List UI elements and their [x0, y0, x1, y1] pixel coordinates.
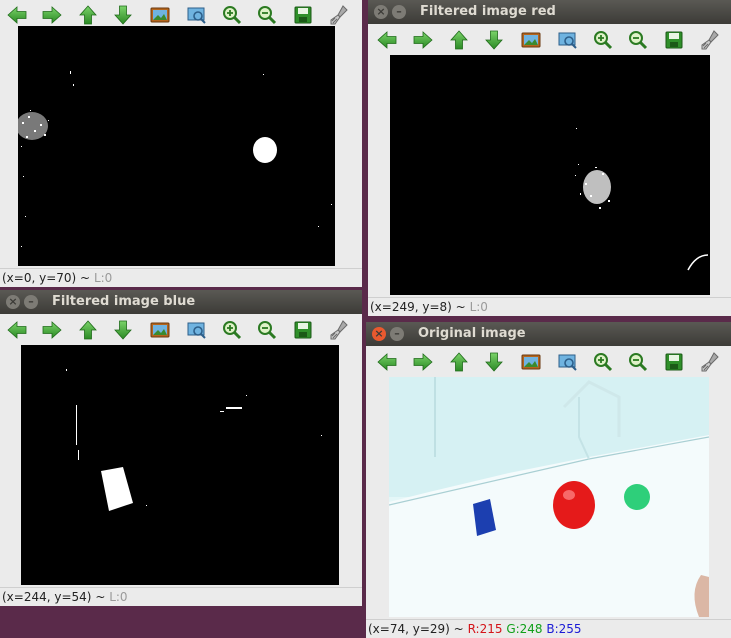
pan-left-icon[interactable] — [4, 318, 30, 342]
pan-right-icon[interactable] — [410, 28, 436, 52]
zoom-region-icon[interactable] — [554, 350, 580, 374]
close-icon[interactable]: × — [372, 327, 386, 341]
status-bar: (x=74, y=29) ~ R:215 G:248 B:255 — [366, 619, 731, 638]
pan-down-icon[interactable] — [110, 318, 136, 342]
pan-left-icon[interactable] — [374, 350, 400, 374]
zoom-out-icon[interactable] — [625, 28, 651, 52]
zoom-region-icon[interactable] — [183, 318, 209, 342]
close-icon[interactable]: × — [374, 5, 388, 19]
status-separator: ~ — [455, 300, 466, 314]
minimize-icon[interactable]: – — [390, 327, 404, 341]
window-filtered-red: × – Filtered image red (x=249, y=8) ~ L:… — [368, 0, 731, 316]
status-bar: (x=0, y=70) ~ L:0 — [0, 268, 362, 287]
properties-icon[interactable] — [698, 350, 724, 374]
pan-up-icon[interactable] — [75, 318, 101, 342]
mask-image — [66, 369, 322, 511]
titlebar[interactable]: × – Filtered image blue — [0, 290, 362, 314]
pan-down-icon[interactable] — [110, 3, 136, 27]
zoom-out-icon[interactable] — [625, 350, 651, 374]
status-separator: ~ — [80, 271, 91, 285]
pan-up-icon[interactable] — [75, 3, 101, 27]
save-icon[interactable] — [290, 3, 316, 27]
pan-up-icon[interactable] — [446, 28, 472, 52]
window-title: Original image — [418, 326, 526, 341]
image-canvas[interactable] — [389, 377, 709, 617]
save-icon[interactable] — [661, 350, 687, 374]
pan-down-icon[interactable] — [481, 28, 507, 52]
zoom-out-icon[interactable] — [254, 318, 280, 342]
window-original: × – Original image (x=74, y=29) ~ R:215 … — [366, 322, 731, 638]
minimize-icon[interactable]: – — [392, 5, 406, 19]
save-icon[interactable] — [290, 318, 316, 342]
pan-right-icon[interactable] — [410, 350, 436, 374]
camera-image — [389, 377, 709, 617]
pan-left-icon[interactable] — [4, 3, 30, 27]
zoom-region-icon[interactable] — [554, 28, 580, 52]
green-value: G:248 — [506, 622, 543, 636]
titlebar[interactable]: × – Filtered image red — [368, 0, 731, 24]
toolbar — [368, 25, 731, 55]
window-top-left: (x=0, y=70) ~ L:0 — [0, 0, 362, 287]
status-bar: (x=249, y=8) ~ L:0 — [368, 297, 731, 316]
red-value: R:215 — [467, 622, 503, 636]
titlebar[interactable]: × – Original image — [366, 322, 731, 346]
zoom-region-icon[interactable] — [183, 3, 209, 27]
zoom-image-icon[interactable] — [147, 318, 173, 342]
mask-image — [575, 128, 709, 271]
properties-icon[interactable] — [327, 318, 353, 342]
blue-value: B:255 — [546, 622, 582, 636]
save-icon[interactable] — [661, 28, 687, 52]
status-bar: (x=244, y=54) ~ L:0 — [0, 587, 362, 606]
zoom-in-icon[interactable] — [219, 318, 245, 342]
close-icon[interactable]: × — [6, 295, 20, 309]
window-title: Filtered image blue — [52, 294, 196, 309]
status-separator: ~ — [453, 622, 464, 636]
zoom-in-icon[interactable] — [590, 28, 616, 52]
pan-right-icon[interactable] — [39, 3, 65, 27]
level-value: L:0 — [109, 590, 128, 604]
zoom-image-icon[interactable] — [147, 3, 173, 27]
image-canvas[interactable] — [18, 26, 335, 266]
zoom-image-icon[interactable] — [518, 350, 544, 374]
zoom-in-icon[interactable] — [590, 350, 616, 374]
window-title: Filtered image red — [420, 4, 556, 19]
mask-image — [18, 71, 332, 247]
properties-icon[interactable] — [698, 28, 724, 52]
level-value: L:0 — [469, 300, 488, 314]
pan-up-icon[interactable] — [446, 350, 472, 374]
cursor-coords: (x=249, y=8) — [370, 300, 452, 314]
zoom-in-icon[interactable] — [219, 3, 245, 27]
level-value: L:0 — [93, 271, 113, 285]
toolbar — [0, 315, 362, 345]
cursor-coords: (x=244, y=54) — [2, 590, 92, 604]
image-canvas[interactable] — [21, 345, 339, 585]
zoom-image-icon[interactable] — [518, 28, 544, 52]
status-separator: ~ — [95, 590, 106, 604]
cursor-coords: (x=74, y=29) — [368, 622, 450, 636]
toolbar — [366, 347, 731, 377]
pan-left-icon[interactable] — [374, 28, 400, 52]
zoom-out-icon[interactable] — [254, 3, 280, 27]
pan-right-icon[interactable] — [39, 318, 65, 342]
minimize-icon[interactable]: – — [24, 295, 38, 309]
window-filtered-blue: × – Filtered image blue (x=244, y=54) ~ … — [0, 290, 362, 606]
image-canvas[interactable] — [390, 55, 710, 295]
pan-down-icon[interactable] — [481, 350, 507, 374]
cursor-coords: (x=0, y=70) — [2, 271, 77, 285]
properties-icon[interactable] — [327, 3, 353, 27]
